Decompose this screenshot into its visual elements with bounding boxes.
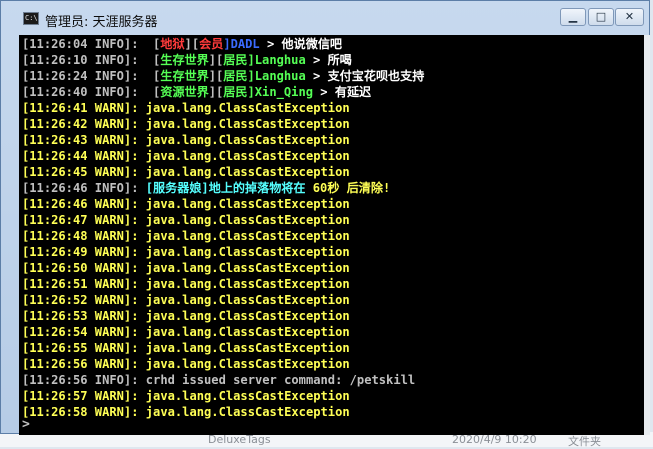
console-text-segment: [11:26:44 WARN]: java.lang.ClassCastExce… [22, 149, 350, 163]
console-text-segment: [11:26:46 WARN]: java.lang.ClassCastExce… [22, 197, 350, 211]
console-line: [11:26:40 INFO]: [资源世界][居民]Xin_Qing > 有延… [22, 84, 371, 100]
console-line: [11:26:55 WARN]: java.lang.ClassCastExce… [22, 340, 350, 356]
console-line: [11:26:24 INFO]: [生存世界][居民]Langhua > 支付宝… [22, 68, 424, 84]
console-line: [11:26:51 WARN]: java.lang.ClassCastExce… [22, 276, 350, 292]
console-text-segment: [11:26:50 WARN]: java.lang.ClassCastExce… [22, 261, 350, 275]
console-line: [11:26:47 WARN]: java.lang.ClassCastExce… [22, 212, 350, 228]
console-text-segment: [11:26:42 WARN]: java.lang.ClassCastExce… [22, 117, 350, 131]
console-line: [11:26:56 INFO]: crhd issued server comm… [22, 372, 415, 388]
console-text-segment: > 他说微信吧 [259, 37, 343, 51]
maximize-icon: □ [595, 10, 607, 23]
console-line: [11:26:45 WARN]: java.lang.ClassCastExce… [22, 164, 350, 180]
console-text-segment: [11:26:55 WARN]: java.lang.ClassCastExce… [22, 341, 350, 355]
console-line: [11:26:46 WARN]: java.lang.ClassCastExce… [22, 196, 350, 212]
console-text-segment: 秒 后清除! [327, 181, 391, 195]
console-text-segment: [11:26:56 WARN]: java.lang.ClassCastExce… [22, 357, 350, 371]
console-text-segment: [11:26:52 WARN]: java.lang.ClassCastExce… [22, 293, 350, 307]
console-text-segment: [11:26:53 WARN]: java.lang.ClassCastExce… [22, 309, 350, 323]
console-text-segment: 生存世界 [160, 53, 209, 67]
console-line: [11:26:52 WARN]: java.lang.ClassCastExce… [22, 292, 350, 308]
console-text-segment: [11:26:43 WARN]: java.lang.ClassCastExce… [22, 133, 350, 147]
console-window: C:\ 管理员: 天涯服务器 ▁ □ ✕ > [11:26:04 INFO]: … [0, 0, 650, 435]
console-line: [11:26:50 WARN]: java.lang.ClassCastExce… [22, 260, 350, 276]
console-text-segment: ]Langhua [247, 53, 306, 67]
console-output[interactable]: > [11:26:04 INFO]: [地狱][会员]DADL > 他说微信吧[… [19, 35, 644, 435]
console-text-segment: 生存世界 [160, 69, 209, 83]
console-text-segment: ][ [208, 85, 224, 99]
console-line: [11:26:57 WARN]: java.lang.ClassCastExce… [22, 388, 350, 404]
console-line: [11:26:42 WARN]: java.lang.ClassCastExce… [22, 116, 350, 132]
console-text-segment: ]Xin_Qing [247, 85, 314, 99]
maximize-button[interactable]: □ [588, 8, 614, 26]
console-text-segment: 居民 [223, 53, 248, 67]
vertical-scrollbar[interactable] [644, 35, 650, 435]
minimize-button[interactable]: ▁ [560, 8, 586, 26]
console-line: [11:26:04 INFO]: [地狱][会员]DADL > 他说微信吧 [22, 36, 342, 52]
console-line: [11:26:53 WARN]: java.lang.ClassCastExce… [22, 308, 350, 324]
console-text-segment: 居民 [223, 85, 248, 99]
console-text-segment: [11:26:04 INFO]: [ [22, 37, 161, 51]
console-app-icon[interactable]: C:\ [23, 12, 39, 25]
console-text-segment: 资源世界 [160, 85, 209, 99]
console-line: [11:26:54 WARN]: java.lang.ClassCastExce… [22, 324, 350, 340]
window-title: 管理员: 天涯服务器 [45, 15, 158, 30]
console-text-segment: > 所喝 [305, 53, 352, 67]
console-text-segment: 地上的掉落物将在 [208, 181, 313, 195]
console-line: [11:26:58 WARN]: java.lang.ClassCastExce… [22, 404, 350, 420]
console-text-segment: ]Langhua [247, 69, 306, 83]
close-icon: ✕ [624, 10, 635, 23]
console-text-segment: [11:26:10 INFO]: [ [22, 53, 161, 67]
console-text-segment: [11:26:54 WARN]: java.lang.ClassCastExce… [22, 325, 350, 339]
console-line: [11:26:10 INFO]: [生存世界][居民]Langhua > 所喝 [22, 52, 352, 68]
console-line: [11:26:48 WARN]: java.lang.ClassCastExce… [22, 228, 350, 244]
console-text-segment: [11:26:49 WARN]: java.lang.ClassCastExce… [22, 245, 350, 259]
console-text-segment: [11:26:45 WARN]: java.lang.ClassCastExce… [22, 165, 350, 179]
console-text-segment: [11:26:47 WARN]: java.lang.ClassCastExce… [22, 213, 350, 227]
console-text-segment: [11:26:40 INFO]: [ [22, 85, 161, 99]
console-text-segment: ][ [208, 53, 224, 67]
console-line: [11:26:56 WARN]: java.lang.ClassCastExce… [22, 356, 350, 372]
console-text-segment: 居民 [223, 69, 248, 83]
console-text-segment: > 有延迟 [313, 85, 372, 99]
minimize-icon: ▁ [568, 10, 578, 23]
console-text-segment: [11:26:46 INFO]: [22, 181, 146, 195]
console-text-segment: 60 [312, 181, 328, 195]
console-line: [11:26:41 WARN]: java.lang.ClassCastExce… [22, 100, 350, 116]
console-line: [11:26:46 INFO]: [服务器娘]地上的掉落物将在 60秒 后清除! [22, 180, 390, 196]
console-line: [11:26:49 WARN]: java.lang.ClassCastExce… [22, 244, 350, 260]
console-text-segment: 地狱 [160, 37, 185, 51]
console-text-segment: [服务器娘] [145, 181, 209, 195]
console-text-segment: [11:26:48 WARN]: java.lang.ClassCastExce… [22, 229, 350, 243]
console-text-segment: [11:26:24 INFO]: [ [22, 69, 161, 83]
console-text-segment: ]DADL [223, 37, 260, 51]
console-text-segment: [11:26:57 WARN]: java.lang.ClassCastExce… [22, 389, 350, 403]
console-text-segment: [11:26:41 WARN]: java.lang.ClassCastExce… [22, 101, 350, 115]
close-button[interactable]: ✕ [615, 8, 644, 26]
console-text-segment: 会员 [199, 37, 224, 51]
console-text-segment: ][ [184, 37, 200, 51]
console-text-segment: [11:26:58 WARN]: java.lang.ClassCastExce… [22, 405, 350, 419]
console-line: [11:26:43 WARN]: java.lang.ClassCastExce… [22, 132, 350, 148]
console-text-segment: [11:26:51 WARN]: java.lang.ClassCastExce… [22, 277, 350, 291]
console-text-segment: [11:26:56 INFO]: crhd issued server comm… [22, 373, 416, 387]
console-text-segment: ][ [208, 69, 224, 83]
console-line: [11:26:44 WARN]: java.lang.ClassCastExce… [22, 148, 350, 164]
title-bar[interactable]: C:\ 管理员: 天涯服务器 ▁ □ ✕ [1, 1, 649, 35]
console-text-segment: > 支付宝花呗也支持 [305, 69, 425, 83]
